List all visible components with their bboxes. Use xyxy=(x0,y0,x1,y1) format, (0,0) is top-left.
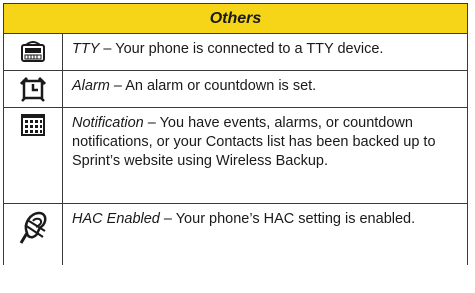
description-cell: Alarm – An alarm or countdown is set. xyxy=(63,71,467,107)
table-row: Alarm – An alarm or countdown is set. xyxy=(4,71,467,108)
term: TTY xyxy=(72,41,100,57)
term: Notification xyxy=(72,115,144,131)
icon-cell xyxy=(4,71,63,107)
description: – An alarm or countdown is set. xyxy=(109,78,317,94)
notification-icon xyxy=(20,113,46,137)
description-cell: TTY – Your phone is connected to a TTY d… xyxy=(63,34,467,70)
icon-cell xyxy=(4,204,63,265)
term: HAC Enabled xyxy=(72,211,160,227)
table-row: HAC Enabled – Your phone’s HAC setting i… xyxy=(4,204,467,265)
others-table: Others TTY – Your phone is connected to … xyxy=(3,3,468,265)
term: Alarm xyxy=(72,78,110,94)
description: – Your phone is connected to a TTY devic… xyxy=(99,41,384,57)
description: – Your phone’s HAC setting is enabled. xyxy=(159,211,416,227)
table-row: Notification – You have events, alarms, … xyxy=(4,108,467,204)
hac-icon xyxy=(17,209,49,245)
alarm-icon xyxy=(19,76,47,102)
tty-icon xyxy=(20,39,46,63)
table-row: TTY – Your phone is connected to a TTY d… xyxy=(4,34,467,71)
table-header-title: Others xyxy=(209,9,262,27)
description-cell: HAC Enabled – Your phone’s HAC setting i… xyxy=(63,204,467,265)
icon-cell xyxy=(4,34,63,70)
table-header: Others xyxy=(4,4,467,34)
icon-cell xyxy=(4,108,63,203)
description-cell: Notification – You have events, alarms, … xyxy=(63,108,467,203)
